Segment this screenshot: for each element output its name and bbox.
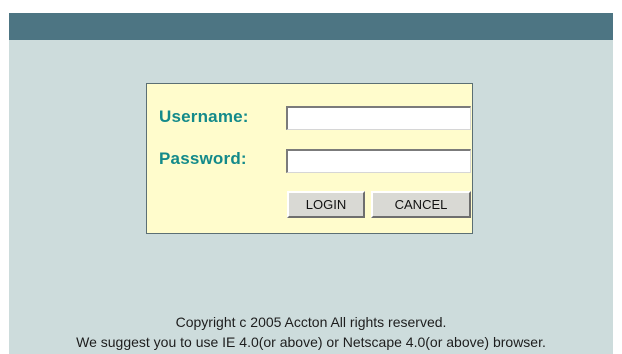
login-button[interactable]: LOGIN [287, 191, 365, 218]
browser-notice: We suggest you to use IE 4.0(or above) o… [76, 334, 546, 350]
header-bar [9, 13, 613, 40]
password-input[interactable] [286, 149, 471, 173]
page-frame: Username: Password: LOGIN CANCEL [9, 13, 613, 354]
copyright-notice: Copyright c 2005 Accton All rights reser… [175, 314, 447, 330]
password-label: Password: [159, 149, 247, 168]
username-label: Username: [159, 107, 249, 126]
login-form: Username: Password: LOGIN CANCEL [146, 83, 473, 234]
username-input[interactable] [286, 106, 471, 130]
login-page: { "login": { "username_label": "Username… [0, 0, 622, 354]
cancel-button[interactable]: CANCEL [371, 191, 471, 218]
